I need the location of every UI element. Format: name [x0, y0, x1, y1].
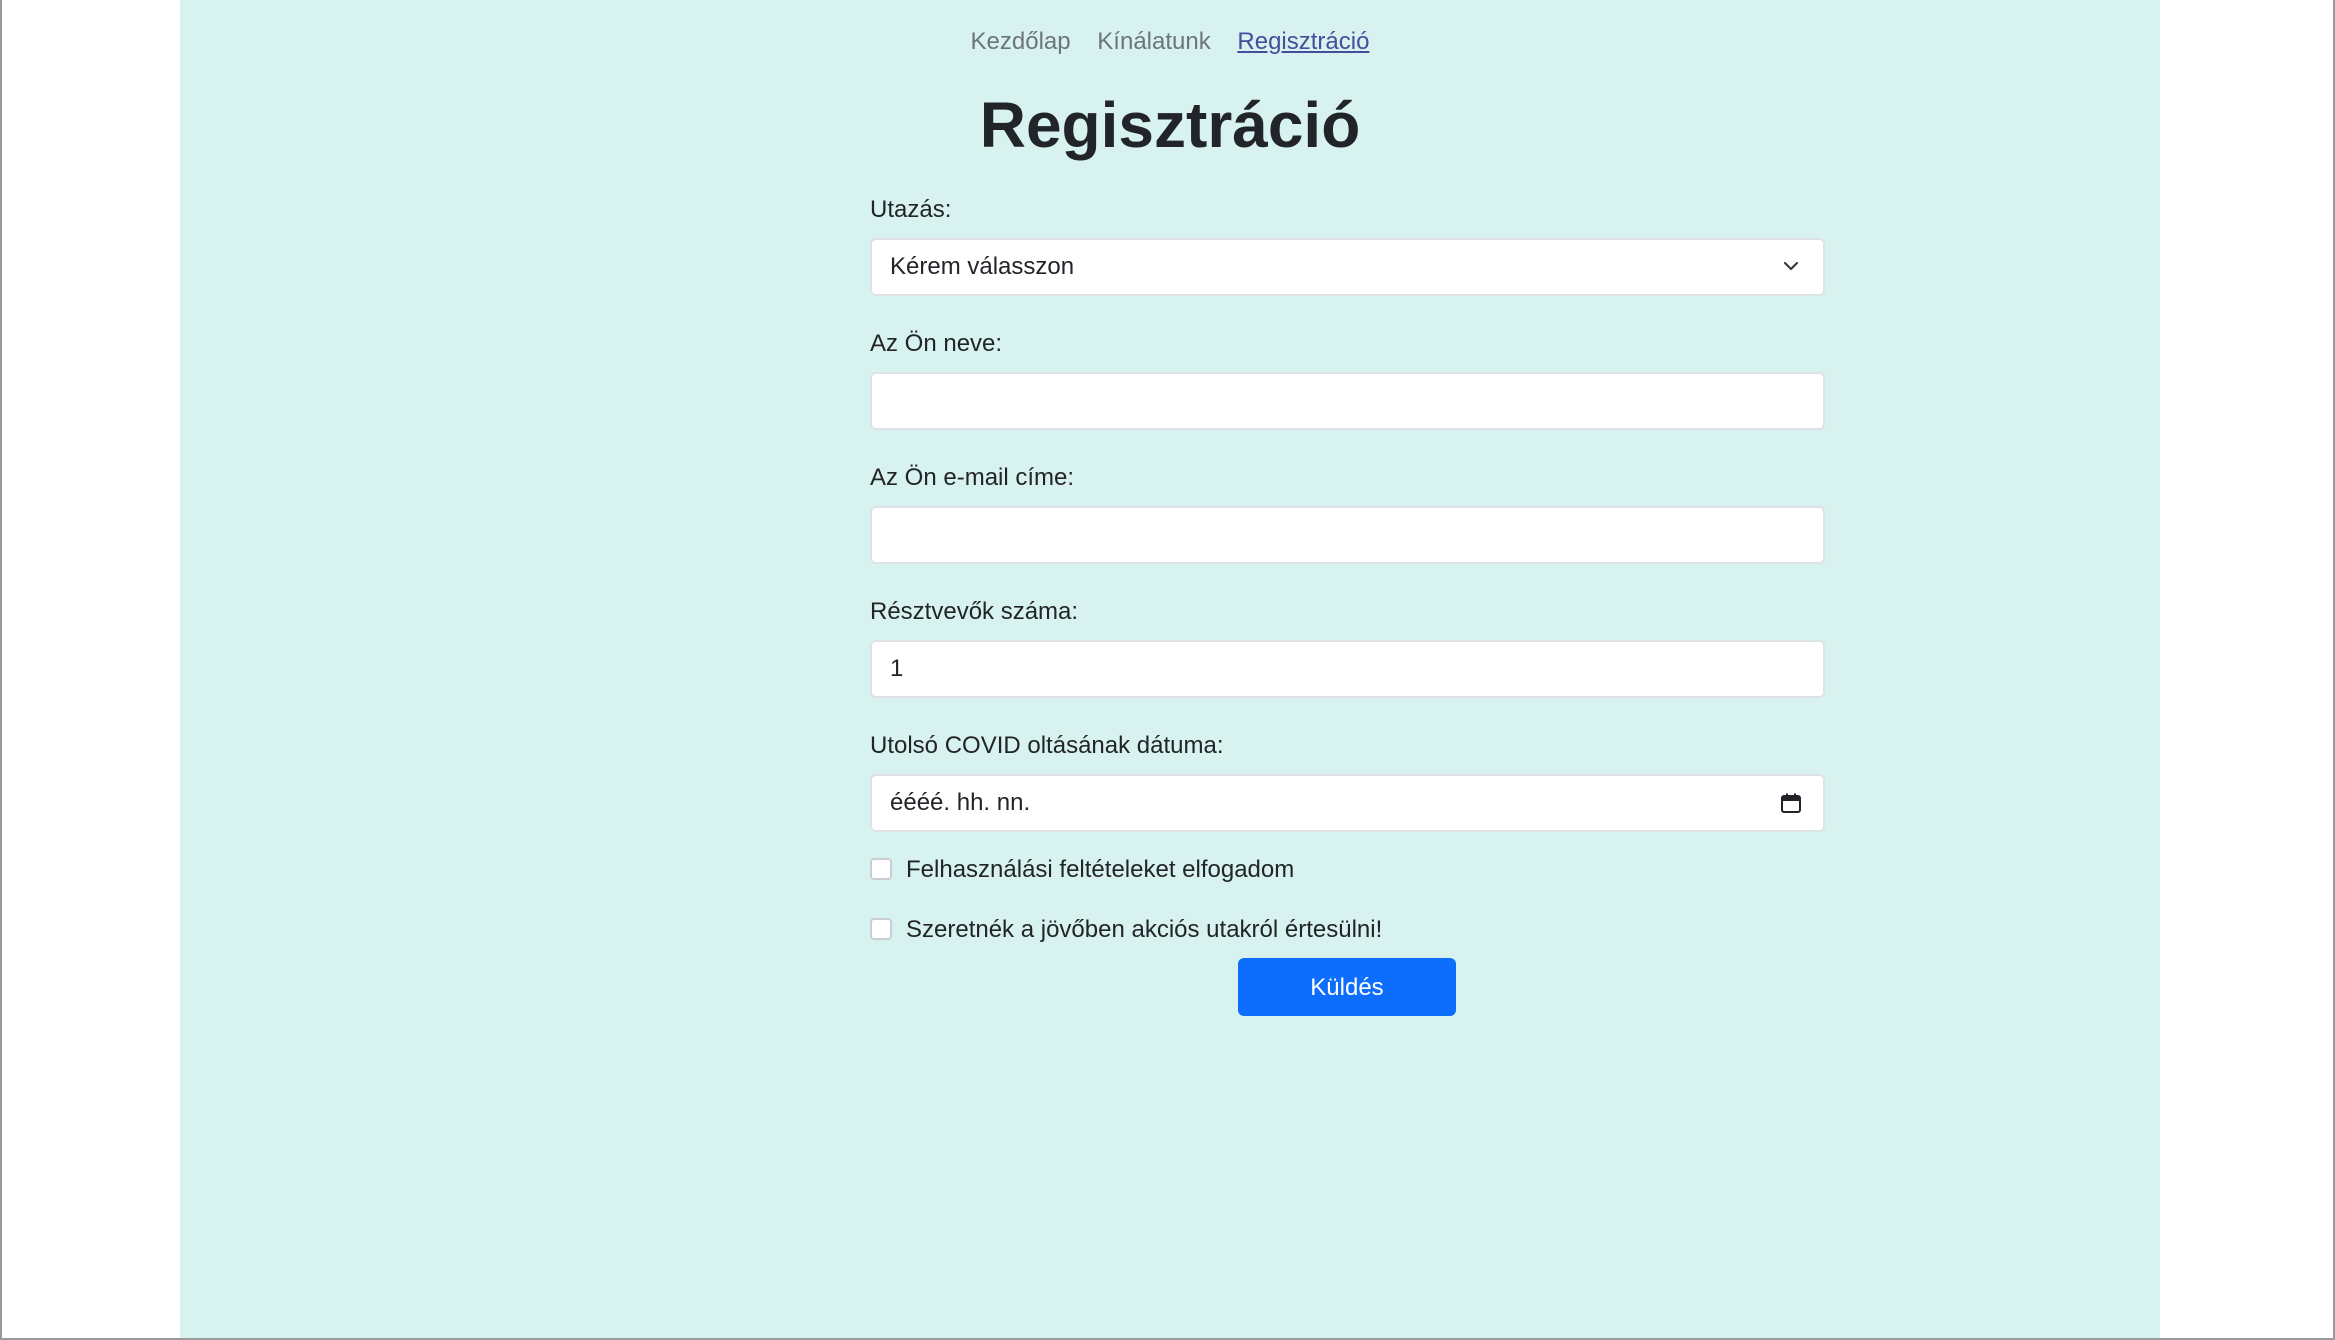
nav-link-offers[interactable]: Kínálatunk [1097, 28, 1210, 56]
newsletter-row: Szeretnék a jövőben akciós utakról értes… [870, 910, 1825, 950]
participants-field[interactable] [872, 642, 1823, 696]
nav-link-home[interactable]: Kezdőlap [971, 28, 1071, 56]
newsletter-label[interactable]: Szeretnék a jövőben akciós utakról értes… [906, 910, 1382, 950]
submit-button[interactable]: Küldés [1238, 958, 1456, 1016]
top-nav: Kezdőlap Kínálatunk Regisztráció [180, 28, 2160, 56]
name-field[interactable] [872, 374, 1823, 428]
participants-field-wrapper [870, 640, 1825, 698]
name-field-wrapper [870, 372, 1825, 430]
terms-checkbox[interactable] [870, 858, 892, 880]
covid-date-field[interactable]: éééé. hh. nn. [870, 774, 1825, 832]
terms-row: Felhasználási feltételeket elfogadom [870, 850, 1825, 890]
trip-select-value: Kérem válasszon [890, 253, 1075, 280]
terms-label[interactable]: Felhasználási feltételeket elfogadom [906, 850, 1294, 890]
page: Kezdőlap Kínálatunk Regisztráció Regiszt… [180, 0, 2160, 1338]
registration-form: Utazás: Kérem válasszon Az Ön neve: Az Ö… [870, 190, 1825, 1016]
name-label: Az Ön neve: [870, 330, 1003, 357]
nav-link-registration[interactable]: Regisztráció [1237, 28, 1369, 56]
calendar-icon[interactable] [1779, 791, 1803, 815]
chevron-down-icon [1783, 261, 1799, 271]
newsletter-checkbox[interactable] [870, 918, 892, 940]
participants-label: Résztvevők száma: [870, 598, 1079, 625]
trip-select[interactable]: Kérem válasszon [870, 238, 1825, 296]
email-field[interactable] [872, 508, 1823, 562]
page-title: Regisztráció [979, 89, 1361, 161]
covid-date-placeholder: éééé. hh. nn. [890, 789, 1031, 816]
trip-label: Utazás: [870, 196, 952, 223]
covid-date-label: Utolsó COVID oltásának dátuma: [870, 732, 1224, 759]
browser-frame: Kezdőlap Kínálatunk Regisztráció Regiszt… [0, 0, 2335, 1340]
email-label: Az Ön e-mail címe: [870, 464, 1075, 491]
email-field-wrapper [870, 506, 1825, 564]
